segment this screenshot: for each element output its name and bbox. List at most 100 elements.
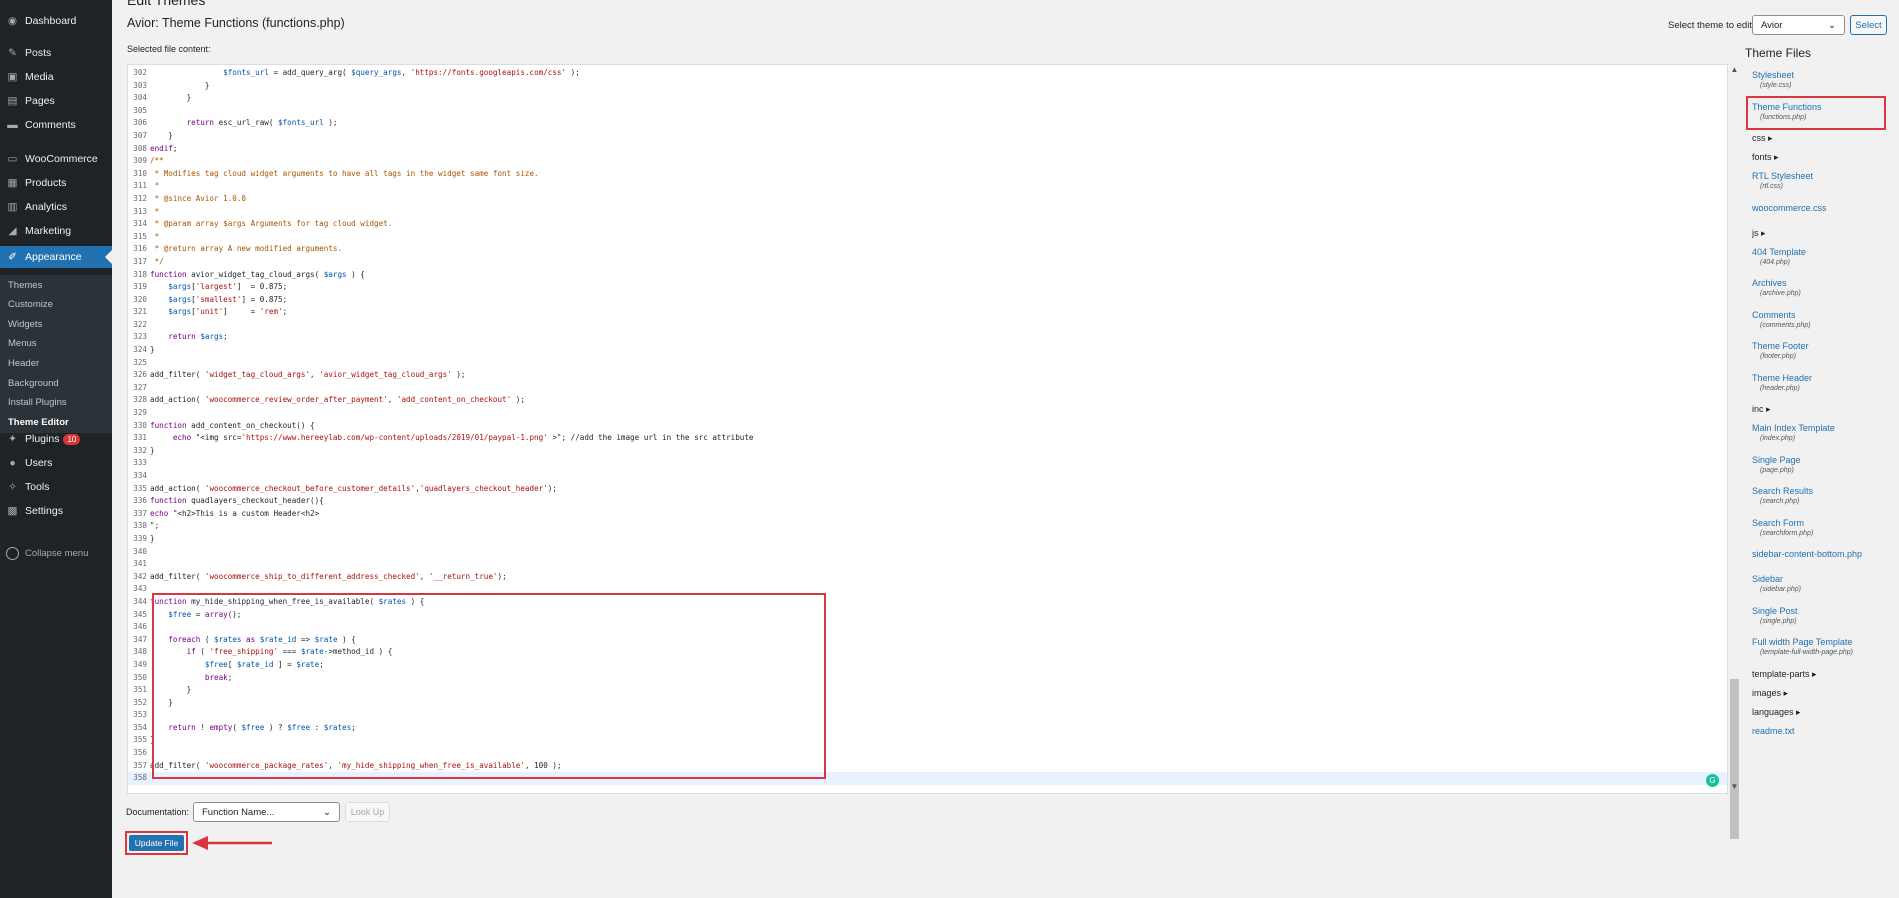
code-line[interactable]: 305 bbox=[128, 105, 1728, 118]
code-line[interactable]: 307 } bbox=[128, 130, 1728, 143]
file-link[interactable]: Theme Header (header.php) bbox=[1752, 373, 1812, 392]
submenu-item-menus[interactable]: Menus bbox=[0, 335, 112, 353]
scroll-up-icon[interactable]: ▲ bbox=[1730, 65, 1739, 75]
file-link[interactable]: Search Form (searchform.php) bbox=[1752, 518, 1813, 537]
sidebar-item-woocommerce[interactable]: ▭ WooCommerce bbox=[0, 148, 112, 170]
file-link[interactable]: Stylesheet (style.css) bbox=[1752, 70, 1794, 89]
code-line[interactable]: 331 echo "<img src='https://www.hereeyla… bbox=[128, 432, 1728, 445]
file-link[interactable]: woocommerce.css bbox=[1752, 203, 1827, 213]
submenu-item-header[interactable]: Header bbox=[0, 354, 112, 372]
file-folder[interactable]: inc ▸ bbox=[1752, 404, 1771, 415]
file-link[interactable]: RTL Stylesheet (rtl.css) bbox=[1752, 171, 1813, 190]
code-line[interactable]: 315 * bbox=[128, 231, 1728, 244]
code-line[interactable]: 309/** bbox=[128, 155, 1728, 168]
sidebar-item-pages[interactable]: ▤ Pages bbox=[0, 90, 112, 112]
scroll-down-icon[interactable]: ▼ bbox=[1730, 782, 1739, 792]
file-link[interactable]: 404 Template (404.php) bbox=[1752, 247, 1806, 266]
code-line[interactable]: 312 * @since Avior 1.0.0 bbox=[128, 193, 1728, 206]
grammarly-icon[interactable]: G bbox=[1706, 774, 1719, 787]
code-line[interactable]: 330 function add_content_on_checkout() { bbox=[128, 420, 1728, 433]
code-line[interactable]: 308 endif; bbox=[128, 143, 1728, 156]
code-line[interactable]: 337 echo "<h2>This is a custom Header<h2> bbox=[128, 508, 1728, 521]
sidebar-item-label: Tools bbox=[25, 481, 50, 493]
code-line[interactable]: 324} bbox=[128, 344, 1728, 357]
code-line[interactable]: 333 bbox=[128, 457, 1728, 470]
code-line[interactable]: 341 bbox=[128, 558, 1728, 571]
sidebar-item-marketing[interactable]: ◢ Marketing bbox=[0, 220, 112, 242]
sidebar-item-media[interactable]: ▣ Media bbox=[0, 66, 112, 88]
code-line[interactable]: 314 * @param array $args Arguments for t… bbox=[128, 218, 1728, 231]
file-folder[interactable]: fonts ▸ bbox=[1752, 152, 1779, 163]
code-line[interactable]: 338 "; bbox=[128, 520, 1728, 533]
update-file-button[interactable]: Update File bbox=[129, 835, 184, 851]
file-folder[interactable]: css ▸ bbox=[1752, 133, 1773, 144]
submenu-item-widgets[interactable]: Widgets bbox=[0, 315, 112, 333]
theme-select[interactable]: Avior ⌄ bbox=[1752, 15, 1845, 35]
code-line[interactable]: 336 function quadlayers_checkout_header()… bbox=[128, 495, 1728, 508]
line-number: 338 bbox=[133, 521, 147, 531]
sidebar-item-tools[interactable]: ✧ Tools bbox=[0, 476, 112, 498]
code-line[interactable]: 306 return esc_url_raw( $fonts_url ); bbox=[128, 117, 1728, 130]
submenu-item-install-plugins[interactable]: Install Plugins bbox=[0, 394, 112, 412]
code-line[interactable]: 320 $args['smallest'] = 0.875; bbox=[128, 294, 1728, 307]
sidebar-item-posts[interactable]: ✎ Posts bbox=[0, 42, 112, 64]
file-link[interactable]: Single Page (page.php) bbox=[1752, 455, 1801, 474]
code-line[interactable]: 311 * bbox=[128, 180, 1728, 193]
sidebar-item-dashboard[interactable]: ◉ Dashboard bbox=[0, 10, 112, 32]
code-line[interactable]: 322 bbox=[128, 319, 1728, 332]
file-folder[interactable]: template-parts ▸ bbox=[1752, 669, 1817, 680]
file-link[interactable]: Search Results (search.php) bbox=[1752, 486, 1813, 505]
sidebar-item-analytics[interactable]: ▥ Analytics bbox=[0, 196, 112, 218]
sidebar-item-products[interactable]: ▦ Products bbox=[0, 172, 112, 194]
submenu-item-customize[interactable]: Customize bbox=[0, 296, 112, 314]
file-folder[interactable]: images ▸ bbox=[1752, 688, 1788, 699]
sidebar-item-users[interactable]: ● Users bbox=[0, 452, 112, 474]
scroll-thumb[interactable] bbox=[1730, 679, 1739, 839]
file-link[interactable]: Single Post (single.php) bbox=[1752, 606, 1798, 625]
sidebar-item-comments[interactable]: ▬ Comments bbox=[0, 114, 112, 136]
file-folder[interactable]: js ▸ bbox=[1752, 228, 1766, 239]
collapse-menu-button[interactable]: Collapse menu bbox=[0, 544, 112, 562]
sidebar-item-appearance[interactable]: ✐ Appearance bbox=[0, 246, 112, 268]
submenu-item-background[interactable]: Background bbox=[0, 374, 112, 392]
code-line[interactable]: 335 add_action( 'woocommerce_checkout_bef… bbox=[128, 483, 1728, 496]
code-line[interactable]: 302 $fonts_url = add_query_arg( $query_a… bbox=[128, 67, 1728, 80]
code-line[interactable]: 310 * Modifies tag cloud widget argument… bbox=[128, 168, 1728, 181]
code-line[interactable]: 328 add_action( 'woocommerce_review_order… bbox=[128, 394, 1728, 407]
code-line[interactable]: 327 bbox=[128, 382, 1728, 395]
code-line[interactable]: 325 bbox=[128, 357, 1728, 370]
file-link[interactable]: Theme Footer (footer.php) bbox=[1752, 341, 1809, 360]
documentation-select[interactable]: Function Name... ⌄ bbox=[193, 802, 340, 822]
code-line[interactable]: 332} bbox=[128, 445, 1728, 458]
code-line[interactable]: 323 return $args; bbox=[128, 331, 1728, 344]
look-up-button[interactable]: Look Up bbox=[345, 802, 390, 822]
file-link[interactable]: Main Index Template (index.php) bbox=[1752, 423, 1835, 442]
sidebar-item-settings[interactable]: ▩ Settings bbox=[0, 500, 112, 522]
code-line[interactable]: 304 } bbox=[128, 92, 1728, 105]
file-link[interactable]: Archives (archive.php) bbox=[1752, 278, 1801, 297]
file-link[interactable]: Sidebar (sidebar.php) bbox=[1752, 574, 1801, 593]
code-line[interactable]: 319 $args['largest'] = 0.875; bbox=[128, 281, 1728, 294]
code-line[interactable]: 334 bbox=[128, 470, 1728, 483]
code-line[interactable]: 342 add_filter( 'woocommerce_ship_to_diff… bbox=[128, 571, 1728, 584]
code-line[interactable]: 303 } bbox=[128, 80, 1728, 93]
file-link[interactable]: readme.txt bbox=[1752, 726, 1795, 736]
file-link[interactable]: Comments (comments.php) bbox=[1752, 310, 1811, 329]
code-line[interactable]: 316 * @return array A new modified argum… bbox=[128, 243, 1728, 256]
editor-scrollbar[interactable]: ▲ ▼ bbox=[1727, 64, 1740, 839]
code-line[interactable]: 318 function avior_widget_tag_cloud_args(… bbox=[128, 269, 1728, 282]
code-line[interactable]: 317 */ bbox=[128, 256, 1728, 269]
select-theme-button[interactable]: Select bbox=[1850, 15, 1887, 35]
file-link[interactable]: Full width Page Template (template-full-w… bbox=[1752, 637, 1853, 656]
code-line[interactable]: 339} bbox=[128, 533, 1728, 546]
file-link[interactable]: Theme Functions (functions.php) bbox=[1752, 102, 1822, 121]
submenu-item-theme-editor[interactable]: Theme Editor bbox=[0, 413, 112, 431]
code-line[interactable]: 329 bbox=[128, 407, 1728, 420]
submenu-item-themes[interactable]: Themes bbox=[0, 276, 112, 294]
code-line[interactable]: 321 $args['unit'] = 'rem'; bbox=[128, 306, 1728, 319]
code-line[interactable]: 340 bbox=[128, 546, 1728, 559]
code-line[interactable]: 326 add_filter( 'widget_tag_cloud_args', … bbox=[128, 369, 1728, 382]
code-line[interactable]: 313 * bbox=[128, 206, 1728, 219]
file-folder[interactable]: languages ▸ bbox=[1752, 707, 1801, 718]
file-link[interactable]: sidebar-content-bottom.php bbox=[1752, 549, 1862, 559]
